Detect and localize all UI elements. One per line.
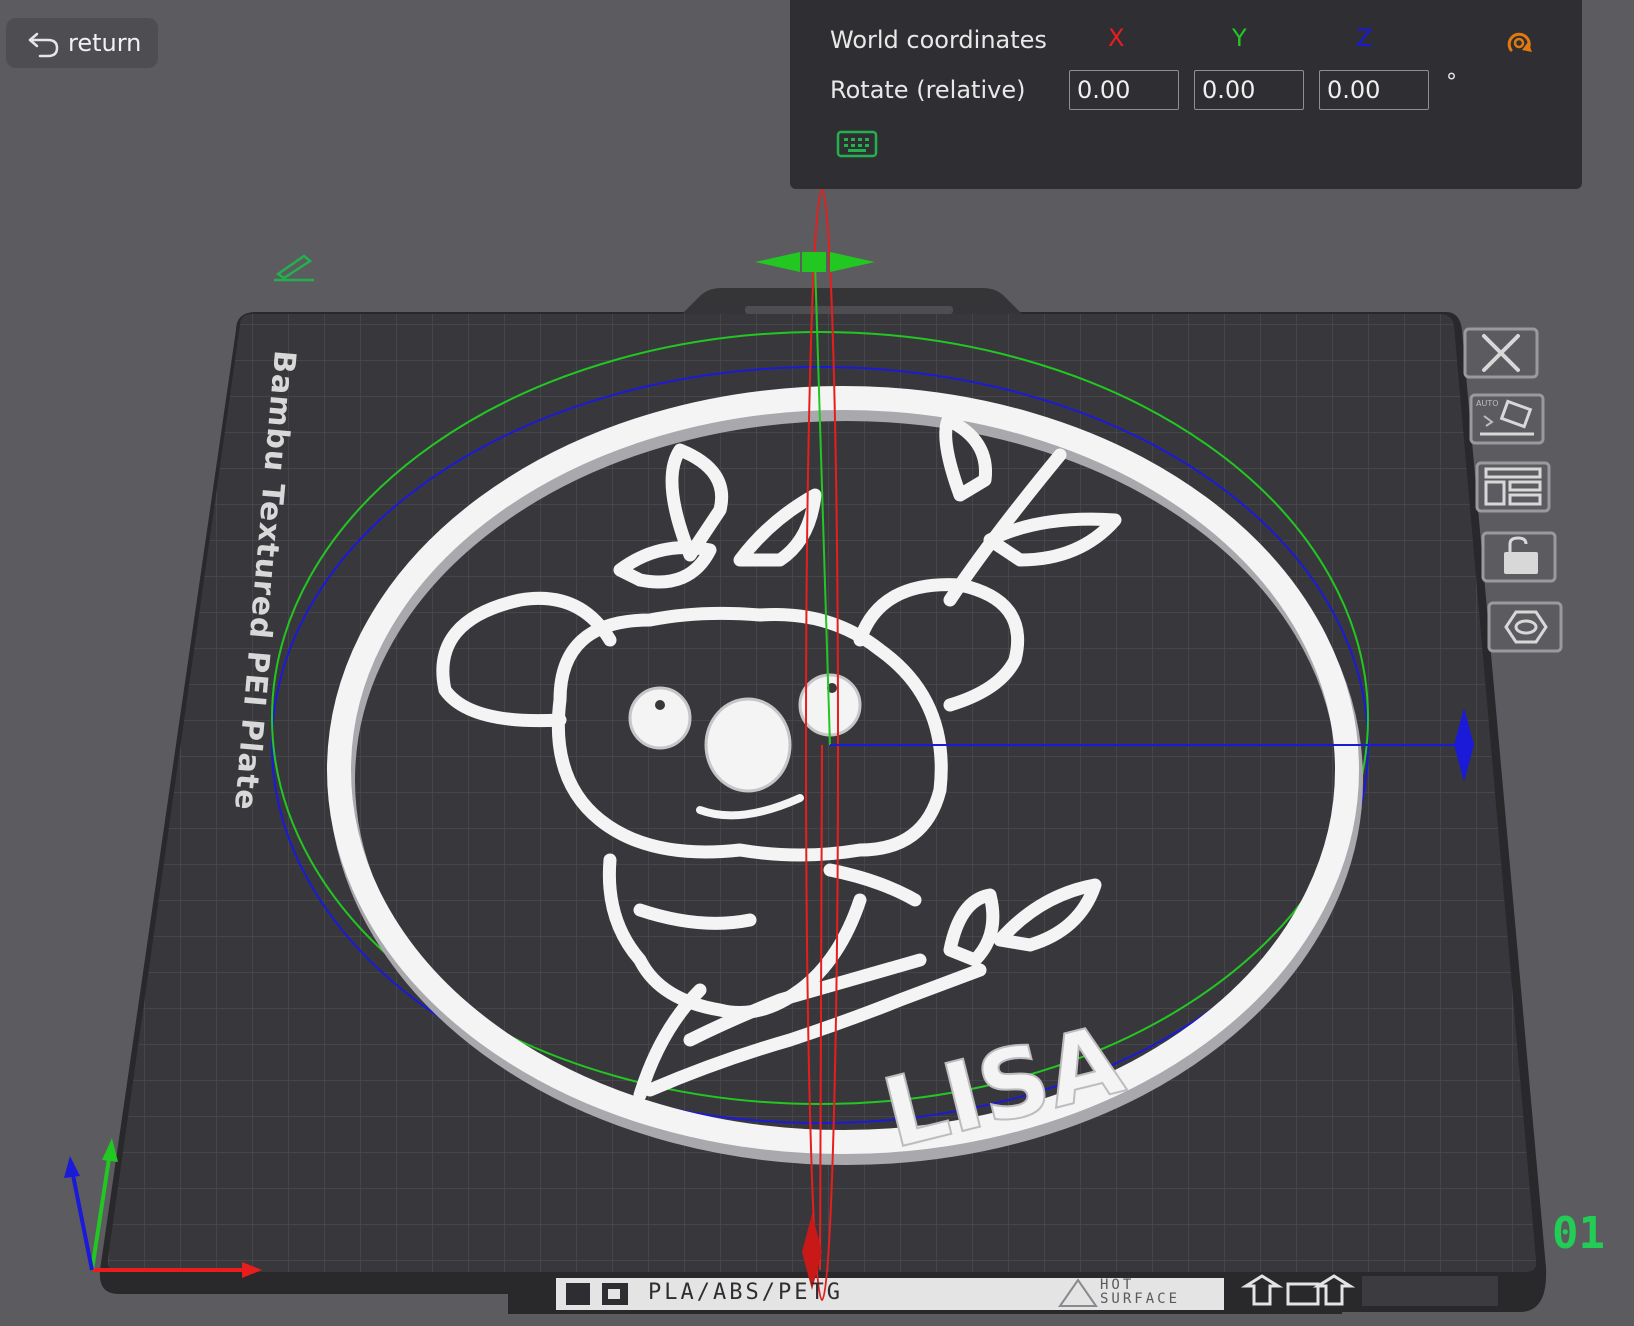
degree-unit: °: [1446, 70, 1457, 95]
koala-nose: [704, 697, 792, 793]
plate-number: 01: [1552, 1208, 1605, 1259]
axis-label-x: X: [1108, 24, 1125, 52]
undo-arrow-icon: [28, 32, 59, 58]
return-label: return: [68, 29, 142, 57]
pencil-edit-icon[interactable]: [272, 252, 316, 282]
rotate-y-input[interactable]: [1194, 70, 1304, 110]
close-icon[interactable]: [1462, 326, 1540, 380]
gizmo-handle-y[interactable]: [755, 252, 875, 272]
coordinate-mode-row: World coordinates: [830, 20, 1070, 60]
rotate-row: Rotate (relative): [830, 70, 1070, 110]
reset-rotation-icon[interactable]: [1502, 26, 1536, 60]
return-button[interactable]: return: [6, 18, 158, 68]
plate-slot: [745, 306, 953, 314]
lock-icon[interactable]: [1480, 530, 1558, 584]
rotate-z-input[interactable]: [1319, 70, 1429, 110]
hot-text-line2: SURFACE: [1100, 1291, 1181, 1307]
koala-eye-left: [628, 686, 692, 750]
rotate-label: Rotate (relative): [830, 76, 1026, 104]
keyboard-icon[interactable]: [836, 129, 878, 159]
auto-orient-icon[interactable]: AUTO: [1468, 392, 1546, 446]
view-hexagon-icon[interactable]: [1486, 600, 1564, 654]
arrange-icon[interactable]: [1474, 460, 1552, 514]
coordinate-mode-label[interactable]: World coordinates: [830, 26, 1070, 54]
plate-material-text: PLA/ABS/PETG: [648, 1280, 843, 1305]
axis-label-y: Y: [1232, 24, 1247, 52]
axis-label-z: Z: [1356, 24, 1373, 52]
rotate-x-input[interactable]: [1069, 70, 1179, 110]
plate-hot-text: HOT SURFACE: [1100, 1278, 1180, 1306]
plate-corner-block: [1362, 1276, 1498, 1306]
hot-text-line1: HOT: [1100, 1277, 1135, 1293]
rotate-gizmo-panel: World coordinates X Y Z Rotate (relative…: [790, 0, 1582, 189]
svg-text:AUTO: AUTO: [1476, 399, 1499, 408]
